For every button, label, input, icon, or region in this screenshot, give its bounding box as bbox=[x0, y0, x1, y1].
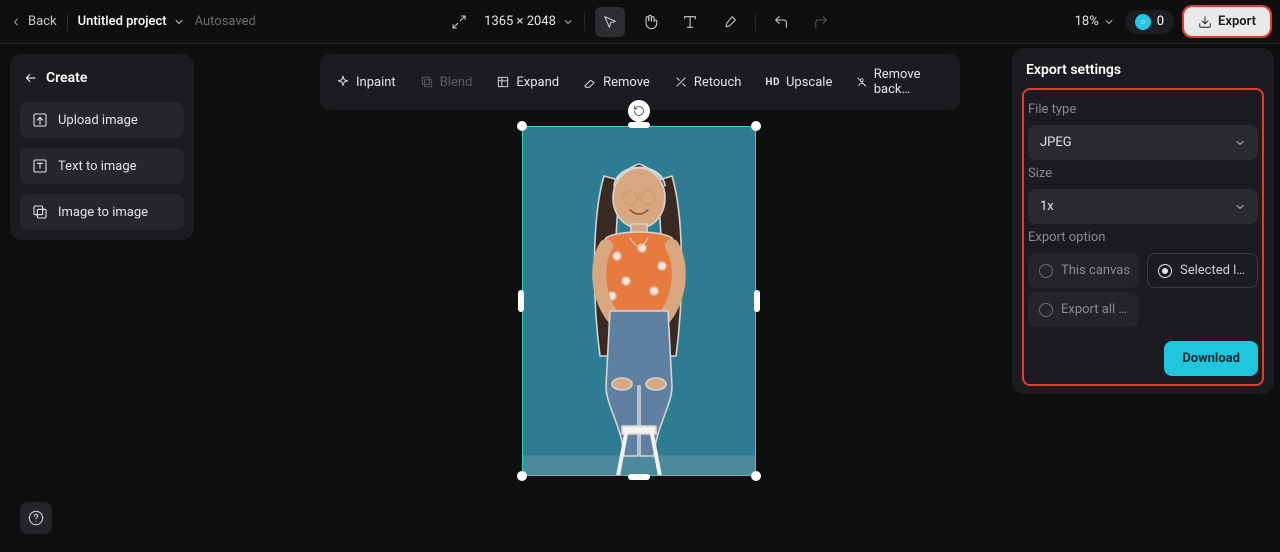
redo-icon bbox=[813, 14, 829, 30]
fit-icon bbox=[451, 14, 467, 30]
download-button[interactable]: Download bbox=[1164, 341, 1258, 376]
cursor-icon bbox=[602, 14, 618, 30]
rotate-icon bbox=[633, 105, 645, 117]
chevron-down-icon bbox=[1234, 137, 1246, 149]
credits-pill[interactable]: 0 bbox=[1125, 10, 1174, 34]
project-name[interactable]: Untitled project bbox=[78, 14, 185, 29]
canvas-dimensions[interactable]: 1365 × 2048 bbox=[484, 14, 574, 29]
handle-top-left[interactable] bbox=[517, 121, 527, 131]
back-label: Back bbox=[28, 14, 57, 29]
opt-all-label: Export all … bbox=[1061, 302, 1127, 317]
size-label: Size bbox=[1028, 166, 1258, 181]
cursor-tool[interactable] bbox=[595, 7, 625, 37]
zoom-value: 18% bbox=[1075, 14, 1099, 29]
divider bbox=[584, 13, 585, 31]
divider bbox=[755, 13, 756, 31]
handle-top[interactable] bbox=[628, 122, 650, 128]
radio-icon bbox=[1158, 264, 1172, 278]
hand-tool[interactable] bbox=[635, 7, 665, 37]
filetype-label: File type bbox=[1028, 102, 1258, 117]
export-label: Export bbox=[1218, 14, 1256, 29]
fit-screen-button[interactable] bbox=[444, 7, 474, 37]
handle-right[interactable] bbox=[754, 290, 760, 312]
radio-icon bbox=[1039, 303, 1053, 317]
selection-outline bbox=[522, 126, 756, 476]
option-this-canvas[interactable]: This canvas bbox=[1028, 253, 1139, 288]
export-button[interactable]: Export bbox=[1184, 7, 1270, 36]
panel-title: Export settings bbox=[1026, 62, 1260, 78]
zoom-control[interactable]: 18% bbox=[1075, 14, 1115, 29]
option-export-all[interactable]: Export all … bbox=[1028, 292, 1138, 327]
export-option-label: Export option bbox=[1028, 230, 1258, 245]
handle-bottom-left[interactable] bbox=[517, 471, 527, 481]
size-select[interactable]: 1x bbox=[1028, 189, 1258, 224]
chevron-left-icon bbox=[10, 16, 22, 28]
redo-button[interactable] bbox=[806, 7, 836, 37]
chevron-down-icon bbox=[562, 16, 574, 28]
download-icon bbox=[1198, 15, 1212, 29]
undo-icon bbox=[773, 14, 789, 30]
help-icon bbox=[28, 510, 44, 526]
opt-selected-label: Selected l… bbox=[1180, 263, 1245, 278]
credits-icon bbox=[1135, 14, 1151, 30]
opt-canvas-label: This canvas bbox=[1061, 263, 1130, 278]
autosaved-status: Autosaved bbox=[195, 14, 256, 29]
text-tool[interactable] bbox=[675, 7, 705, 37]
selected-image[interactable] bbox=[522, 126, 756, 476]
filetype-select[interactable]: JPEG bbox=[1028, 125, 1258, 160]
filetype-value: JPEG bbox=[1040, 135, 1072, 150]
handle-bottom[interactable] bbox=[628, 474, 650, 480]
chevron-down-icon bbox=[173, 16, 185, 28]
rotate-handle[interactable] bbox=[628, 100, 650, 122]
handle-top-right[interactable] bbox=[751, 121, 761, 131]
text-icon bbox=[682, 14, 698, 30]
project-name-text: Untitled project bbox=[78, 14, 167, 29]
brush-icon bbox=[722, 14, 738, 30]
undo-button[interactable] bbox=[766, 7, 796, 37]
option-selected-layers[interactable]: Selected l… bbox=[1147, 253, 1258, 288]
help-button[interactable] bbox=[20, 502, 52, 534]
credits-count: 0 bbox=[1157, 14, 1164, 29]
handle-left[interactable] bbox=[518, 290, 524, 312]
back-button[interactable]: Back bbox=[10, 14, 57, 29]
export-settings-panel: Export settings File type JPEG Size 1x E… bbox=[1012, 48, 1274, 394]
handle-bottom-right[interactable] bbox=[751, 471, 761, 481]
size-value: 1x bbox=[1040, 199, 1054, 214]
chevron-down-icon bbox=[1103, 16, 1115, 28]
dimensions-text: 1365 × 2048 bbox=[484, 14, 556, 29]
divider bbox=[67, 13, 68, 31]
hand-icon bbox=[642, 14, 658, 30]
radio-icon bbox=[1039, 264, 1053, 278]
brush-tool[interactable] bbox=[715, 7, 745, 37]
chevron-down-icon bbox=[1234, 201, 1246, 213]
